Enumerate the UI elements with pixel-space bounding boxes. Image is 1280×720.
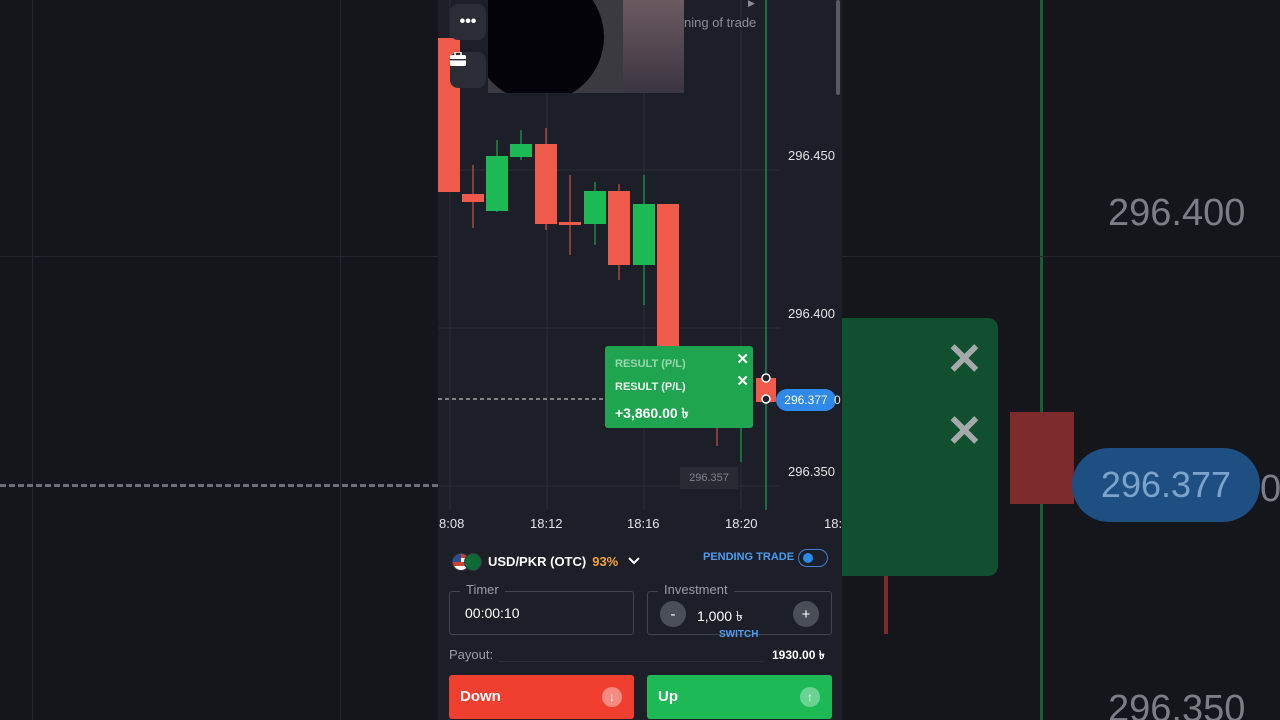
arrow-up-icon: ↑ [800,687,820,707]
briefcase-icon [450,52,466,66]
pakistan-flag-icon [464,553,482,571]
candle [559,222,581,225]
close-icon[interactable]: ✕ [736,372,749,390]
x-axis-label: 18:20 [725,516,758,531]
background-left-panel [0,0,438,720]
grid-line [32,0,33,720]
y-axis-label: 296.400 [788,306,835,321]
trade-note: ning of trade [684,15,757,30]
trade-close-marker [761,394,771,404]
investment-value[interactable]: 1,000 ৳ [697,605,743,629]
background-close-icon: ✕ [946,407,983,456]
candle [486,156,508,211]
background-candle-wick [884,576,888,634]
video-dark-circle [488,0,604,93]
asset-name: USD/PKR (OTC) [488,553,587,569]
background-close-icon: ✕ [946,335,983,384]
candle [584,191,606,224]
candle [657,204,679,354]
switch-link[interactable]: SWITCH [719,629,758,640]
briefcase-button[interactable] [450,52,486,88]
x-axis-label: 8:08 [439,516,465,531]
decrease-button[interactable]: - [660,601,686,627]
trade-open-marker [761,373,771,383]
price-dashed-line [0,484,438,487]
candle [633,204,655,265]
background-price-label: 296.350 [1108,688,1246,720]
grid-line [842,256,1280,257]
timer-field[interactable]: Timer 00:00:10 [449,582,634,635]
candle [535,144,557,224]
x-axis-label: 18:16 [627,516,660,531]
candle [608,191,630,265]
x-axis-label: 18:12 [530,516,563,531]
payout-divider [498,661,764,662]
video-thumbnail [623,0,684,93]
arrow-down-icon: ↓ [602,687,622,707]
up-button-label: Up [658,688,678,705]
result-ghost-label: RESULT (P/L) [615,358,686,370]
payout-label: Payout: [449,647,494,662]
down-button[interactable]: Down ↓ [449,675,634,719]
x-axis-label: 18: [824,516,842,531]
grid-line [0,256,438,257]
menu-button[interactable]: ••• [450,4,486,40]
timer-label: Timer [460,582,505,597]
asset-selector[interactable]: USD/PKR (OTC) 93% [452,549,640,573]
up-button[interactable]: Up ↑ [647,675,832,719]
close-icon[interactable]: ✕ [736,350,749,368]
background-price-label: 296.400 [1108,192,1246,234]
payout-value: 1930.00 ৳ [772,648,825,662]
chart-scrollbar[interactable] [836,0,840,95]
increase-button[interactable]: + [793,601,819,627]
result-card[interactable]: RESULT (P/L) ✕ RESULT (P/L) ✕ +3,860.00 … [605,346,753,428]
currency-flags-icon [452,553,482,571]
down-button-label: Down [460,688,501,705]
background-right-panel: 296.400 ✕ ✕ 296.377 0 296.350 [842,0,1280,720]
pending-trade-toggle[interactable] [798,549,828,567]
investment-label: Investment [658,582,734,597]
grid-line [340,0,341,720]
candle [462,194,484,202]
grid-line [1040,0,1043,720]
y-axis-label: 296.350 [788,464,835,479]
background-price-badge: 296.377 [1072,448,1260,522]
background-price-tail: 0 [1260,468,1280,510]
result-label: RESULT (P/L) [615,381,686,393]
result-value: +3,860.00 ৳ [615,405,689,421]
chevron-down-icon [628,557,640,565]
video-overlay [488,0,684,93]
hover-price-label: 296.357 [680,467,738,489]
current-price-tail: 0 [834,393,841,407]
pending-trade-label[interactable]: PENDING TRADE [703,551,794,563]
candle [510,144,532,157]
background-candle [1010,412,1074,504]
timer-value[interactable]: 00:00:10 [465,605,520,621]
y-axis-label: 296.450 [788,148,835,163]
toggle-knob [803,553,813,563]
trading-app: ▶ ning of trade ••• 296.450 296.400 296.… [438,0,842,720]
asset-payout-percent: 93% [592,553,619,569]
current-price-badge: 296.377 [776,389,836,411]
play-icon: ▶ [748,0,755,8]
trade-controls: USD/PKR (OTC) 93% PENDING TRADE Timer 00… [438,545,842,720]
price-chart[interactable]: ▶ ning of trade ••• 296.450 296.400 296.… [438,0,842,545]
